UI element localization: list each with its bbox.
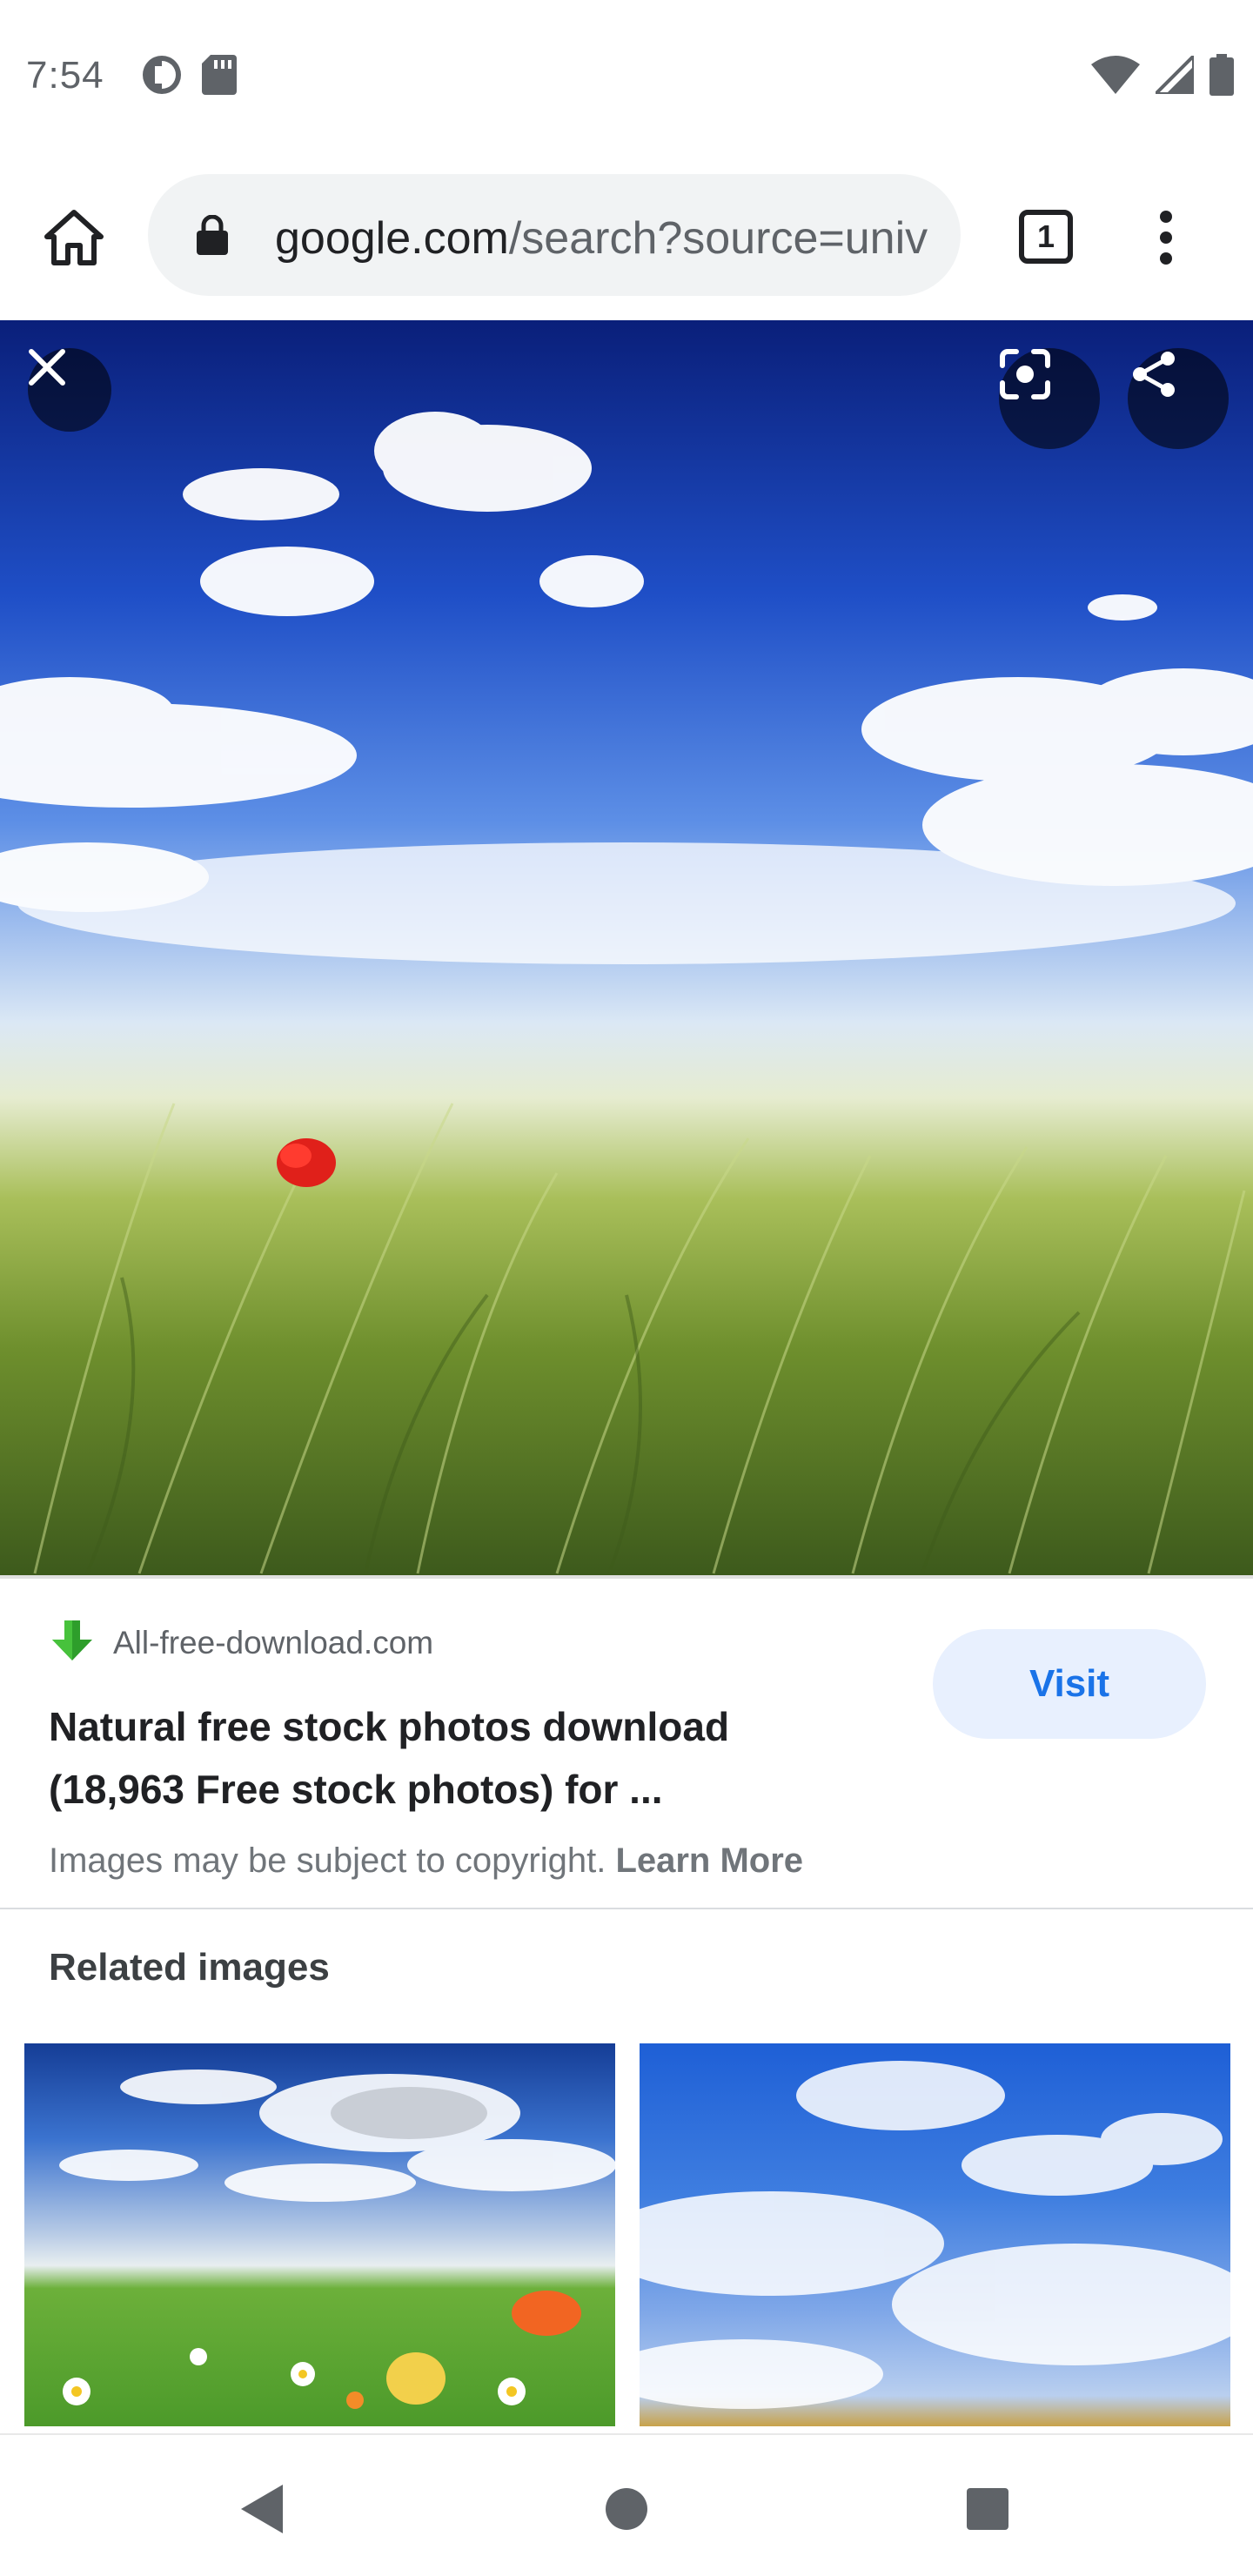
tab-switcher-button[interactable]: 1 xyxy=(1011,202,1081,272)
copyright-notice: Images may be subject to copyright. Lear… xyxy=(49,1841,803,1881)
result-title[interactable]: Natural free stock photos download (18,9… xyxy=(49,1695,901,1821)
status-time: 7:54 xyxy=(26,54,104,97)
visit-button[interactable]: Visit xyxy=(933,1629,1206,1739)
related-images-grid xyxy=(24,2043,1230,2426)
share-button[interactable] xyxy=(1128,348,1229,449)
tab-switcher-icon: 1 xyxy=(1019,210,1073,264)
back-button[interactable] xyxy=(223,2470,301,2548)
google-lens-button[interactable] xyxy=(999,348,1100,449)
meadow-thumbnail-illustration xyxy=(59,2070,615,2409)
overflow-menu-icon xyxy=(1160,211,1172,265)
result-title-line-1: Natural free stock photos download xyxy=(49,1704,730,1749)
url-host: google.com xyxy=(275,213,509,264)
share-icon xyxy=(1133,352,1175,397)
google-lens-icon xyxy=(1000,349,1050,399)
download-arrow-icon xyxy=(49,1617,96,1668)
home-circle-icon xyxy=(606,2488,647,2530)
related-image-1[interactable] xyxy=(24,2043,615,2426)
learn-more-link[interactable]: Learn More xyxy=(615,1841,803,1880)
close-viewer-button[interactable] xyxy=(28,348,111,432)
source-name: All-free-download.com xyxy=(113,1624,434,1660)
back-icon xyxy=(241,2485,283,2533)
main-image[interactable] xyxy=(0,320,1253,1575)
overflow-menu-button[interactable] xyxy=(1131,198,1201,277)
status-left-icons xyxy=(141,54,237,100)
lock-icon[interactable] xyxy=(197,214,228,259)
result-info-panel: All-free-download.com Natural free stock… xyxy=(0,1575,1253,1909)
battery-icon xyxy=(1209,54,1234,100)
home-icon xyxy=(44,210,104,265)
field-and-sky-illustration xyxy=(0,412,1253,1574)
url-text[interactable]: google.com/search?source=univ xyxy=(275,212,936,265)
wifi-icon xyxy=(1091,56,1140,98)
close-icon xyxy=(29,349,65,386)
status-bar: 7:54 xyxy=(0,0,1253,153)
recents-button[interactable] xyxy=(948,2470,1027,2548)
source-row[interactable]: All-free-download.com xyxy=(49,1617,433,1668)
system-nav-bar xyxy=(0,2433,1253,2576)
sky-thumbnail-illustration xyxy=(640,2061,1230,2409)
recents-icon xyxy=(967,2488,1008,2530)
copyright-text: Images may be subject to copyright. xyxy=(49,1841,606,1880)
data-saver-icon xyxy=(141,54,183,100)
home-button[interactable] xyxy=(35,198,113,277)
related-image-2[interactable] xyxy=(640,2043,1230,2426)
result-title-line-2: (18,963 Free stock photos) for ... xyxy=(49,1767,663,1812)
sd-card-icon xyxy=(202,55,237,99)
signal-icon xyxy=(1151,51,1196,98)
url-bar[interactable]: google.com/search?source=univ xyxy=(148,174,961,296)
browser-toolbar: google.com/search?source=univ 1 xyxy=(0,153,1253,320)
status-right-icons xyxy=(1091,51,1234,100)
url-path: /search?source=univ xyxy=(508,213,928,264)
home-nav-button[interactable] xyxy=(587,2470,666,2548)
related-images-heading: Related images xyxy=(49,1946,330,1989)
tab-count: 1 xyxy=(1036,218,1055,254)
